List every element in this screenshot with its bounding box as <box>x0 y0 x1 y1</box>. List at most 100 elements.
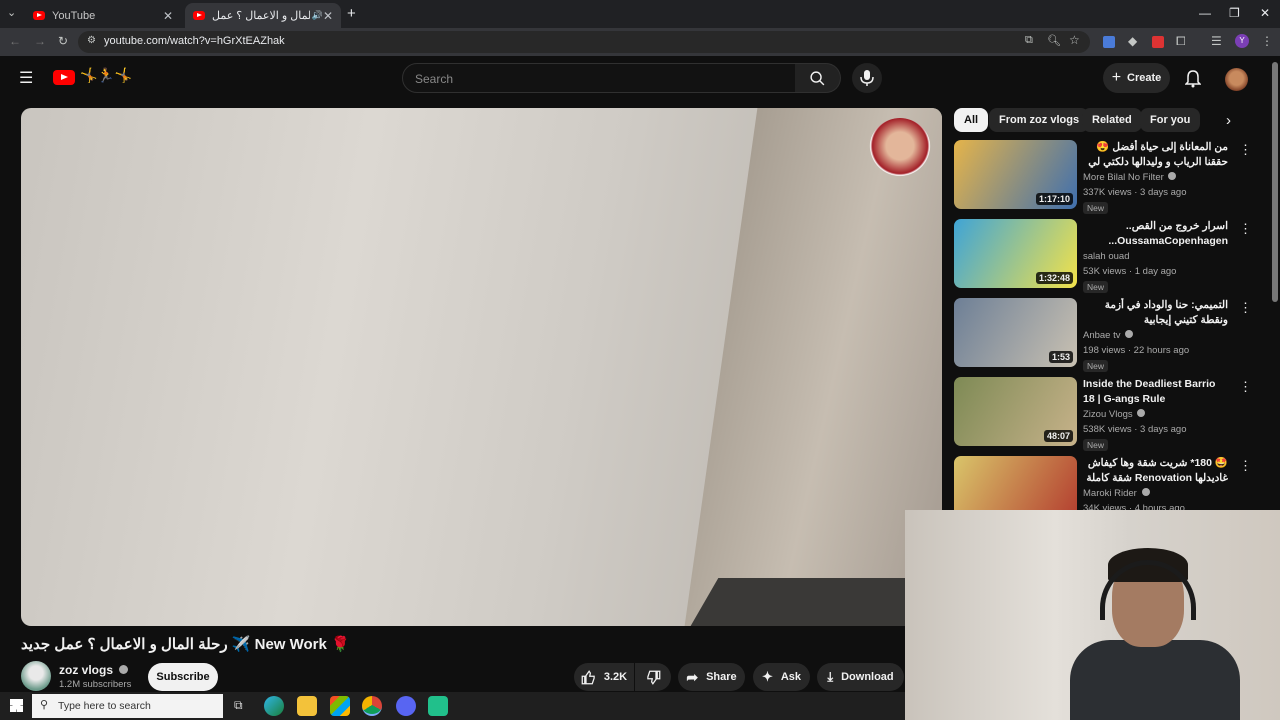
edge-browser-icon[interactable] <box>264 696 284 716</box>
tab-label: رحلة المال و الاعمال ؟ عمل ... <box>212 10 310 22</box>
recommendation-item[interactable]: 1:17:10 من المعاناة إلى حياة أفضل 😍 حققنا… <box>954 140 1254 214</box>
create-button[interactable]: + Create <box>1103 63 1170 93</box>
reading-list-icon[interactable]: ☰ <box>1211 34 1222 48</box>
recommendation-thumbnail[interactable]: 1:53 <box>954 298 1077 367</box>
url-text: youtube.com/watch?v=hGrXtEAZhak <box>104 35 285 47</box>
create-label: Create <box>1127 72 1162 84</box>
recommendation-meta: 53K views · 1 day ago <box>1083 266 1177 277</box>
chip-all[interactable]: All <box>954 108 989 132</box>
voice-search-button[interactable] <box>852 63 882 93</box>
close-icon[interactable]: ✕ <box>1260 6 1270 20</box>
hamburger-menu-icon[interactable]: ☰ <box>19 68 33 88</box>
more-options-icon[interactable]: ⋮ <box>1239 379 1252 395</box>
recommendation-title[interactable]: من المعاناة إلى حياة أفضل 😍 حققنا الرياب… <box>1083 140 1228 170</box>
chrome-browser-icon[interactable] <box>362 696 382 716</box>
more-options-icon[interactable]: ⋮ <box>1239 142 1252 158</box>
ask-button[interactable]: ✦ Ask <box>753 663 810 691</box>
recommendation-item[interactable]: 1:53 التميمي: حنا والوداد في أزمة ونقطة ك… <box>954 298 1254 372</box>
recommendation-thumbnail[interactable]: 48:07 <box>954 377 1077 446</box>
recommendation-thumbnail[interactable] <box>954 456 1077 510</box>
tab-current-video[interactable]: رحلة المال و الاعمال ؟ عمل ... 🔊 ✕ <box>185 3 341 28</box>
recommendation-channel[interactable]: salah ouad <box>1083 251 1129 262</box>
translate-extension-icon[interactable] <box>1103 36 1115 48</box>
recommendation-channel[interactable]: Zizou Vlogs <box>1083 409 1146 420</box>
recorder-app-icon[interactable] <box>428 696 448 716</box>
site-info-icon[interactable]: ⚙ <box>87 35 96 46</box>
audio-playing-icon[interactable]: 🔊 <box>312 10 323 21</box>
more-options-icon[interactable]: ⋮ <box>1239 300 1252 316</box>
search-icon <box>810 71 825 86</box>
recommendation-item[interactable]: 1:32:48 اسرار خروج من القص.. OussamaCopen… <box>954 219 1254 293</box>
dislike-button[interactable] <box>635 663 671 691</box>
windows-start-icon[interactable] <box>10 699 23 712</box>
more-options-icon[interactable]: ⋮ <box>1239 221 1252 237</box>
new-tab-button[interactable]: + <box>347 5 356 22</box>
like-button[interactable]: 3.2K <box>574 663 634 691</box>
recommendation-channel[interactable]: Maroki Rider <box>1083 488 1150 499</box>
chips-next-chevron-icon[interactable]: › <box>1226 112 1231 129</box>
account-avatar[interactable] <box>1225 68 1248 91</box>
tab-youtube[interactable]: YouTube ✕ <box>25 3 181 28</box>
new-badge: New <box>1083 202 1109 214</box>
verified-icon <box>1141 488 1150 496</box>
zoom-icon[interactable]: 🔍︎ <box>1047 34 1061 47</box>
address-bar[interactable]: ⚙ youtube.com/watch?v=hGrXtEAZhak ⧉ 🔍︎ ☆ <box>78 31 1090 53</box>
extension-diamond-icon[interactable]: ◆ <box>1128 34 1137 48</box>
recommendation-item[interactable]: 48:07 Inside the Deadliest Barrio 18 | G-… <box>954 377 1254 451</box>
recommendation-thumbnail[interactable]: 1:32:48 <box>954 219 1077 288</box>
recommendation-title[interactable]: اسرار خروج من القص.. OussamaCopenhagen..… <box>1083 219 1228 249</box>
bookmark-star-icon[interactable]: ☆ <box>1069 33 1080 47</box>
recommendation-meta: 34K views · 4 hours ago <box>1083 503 1185 510</box>
profile-avatar[interactable]: Y <box>1235 34 1249 48</box>
tab-search-icon[interactable]: ⌄ <box>7 6 16 19</box>
recommendation-channel[interactable]: More Bilal No Filter <box>1083 172 1177 183</box>
subscribe-button[interactable]: Subscribe <box>148 663 218 691</box>
thumbs-up-icon <box>581 669 595 684</box>
extension-red-icon[interactable] <box>1152 36 1164 48</box>
search-placeholder: Search <box>415 72 454 86</box>
browser-toolbar: ← → ↻ ⚙ youtube.com/watch?v=hGrXtEAZhak … <box>0 28 1280 56</box>
restore-icon[interactable]: ❐ <box>1229 6 1240 20</box>
download-button[interactable]: ⤓ Download <box>817 663 904 691</box>
youtube-logo[interactable] <box>53 70 75 85</box>
task-view-icon[interactable]: ⧉ <box>234 698 243 713</box>
taskbar-search-input[interactable]: ⚲ Type here to search <box>32 694 223 718</box>
recommendation-title[interactable]: 🤩 180* شريت شقة وها كيفاش غاديدلها Renov… <box>1083 456 1228 486</box>
channel-avatar[interactable] <box>21 661 51 691</box>
recommendation-title[interactable]: التميمي: حنا والوداد في أزمة ونقطة كتيني… <box>1083 298 1228 328</box>
chrome-menu-icon[interactable]: ⋮ <box>1261 34 1273 48</box>
install-app-icon[interactable]: ⧉ <box>1025 34 1033 47</box>
file-explorer-icon[interactable] <box>297 696 317 716</box>
chip-related[interactable]: Related <box>1082 108 1142 132</box>
discord-icon[interactable] <box>396 696 416 716</box>
recommendation-thumbnail[interactable]: 1:17:10 <box>954 140 1077 209</box>
video-player[interactable] <box>21 108 942 626</box>
store-icon[interactable] <box>330 696 350 716</box>
recommendation-channel-text: Zizou Vlogs <box>1083 409 1133 420</box>
back-icon[interactable]: ← <box>9 34 21 48</box>
recommendation-item[interactable]: 🤩 180* شريت شقة وها كيفاش غاديدلها Renov… <box>954 456 1254 510</box>
page-scrollbar[interactable] <box>1272 62 1278 302</box>
forward-icon[interactable]: → <box>34 34 46 48</box>
recommendation-channel[interactable]: Anbae tv <box>1083 330 1134 341</box>
video-frame-shadow <box>683 578 942 626</box>
close-tab-icon[interactable]: ✕ <box>163 9 173 23</box>
search-button[interactable] <box>795 63 841 93</box>
share-button[interactable]: ➦ Share <box>678 663 745 691</box>
webcam-person-body <box>1070 640 1240 720</box>
reload-icon[interactable]: ↻ <box>58 34 68 48</box>
extensions-puzzle-icon[interactable]: ⧠ <box>1176 34 1186 49</box>
close-tab-icon[interactable]: ✕ <box>323 9 333 23</box>
youtube-header: ☰ 🤸🏃🤸 Search + Create <box>0 56 1280 102</box>
notifications-bell-icon[interactable] <box>1185 70 1201 88</box>
more-options-icon[interactable]: ⋮ <box>1239 458 1252 474</box>
minimize-icon[interactable]: — <box>1199 6 1211 20</box>
recommendation-title[interactable]: Inside the Deadliest Barrio 18 | G-angs … <box>1083 377 1228 407</box>
chip-for-you[interactable]: For you <box>1140 108 1201 132</box>
channel-watermark-logo[interactable] <box>869 118 931 180</box>
search-input[interactable]: Search <box>402 63 796 93</box>
doodle-logo-icon: 🤸🏃🤸 <box>80 67 133 83</box>
channel-name[interactable]: zoz vlogs <box>59 663 129 677</box>
chip-from-channel[interactable]: From zoz vlogs <box>989 108 1090 132</box>
plus-icon: + <box>1111 69 1122 86</box>
